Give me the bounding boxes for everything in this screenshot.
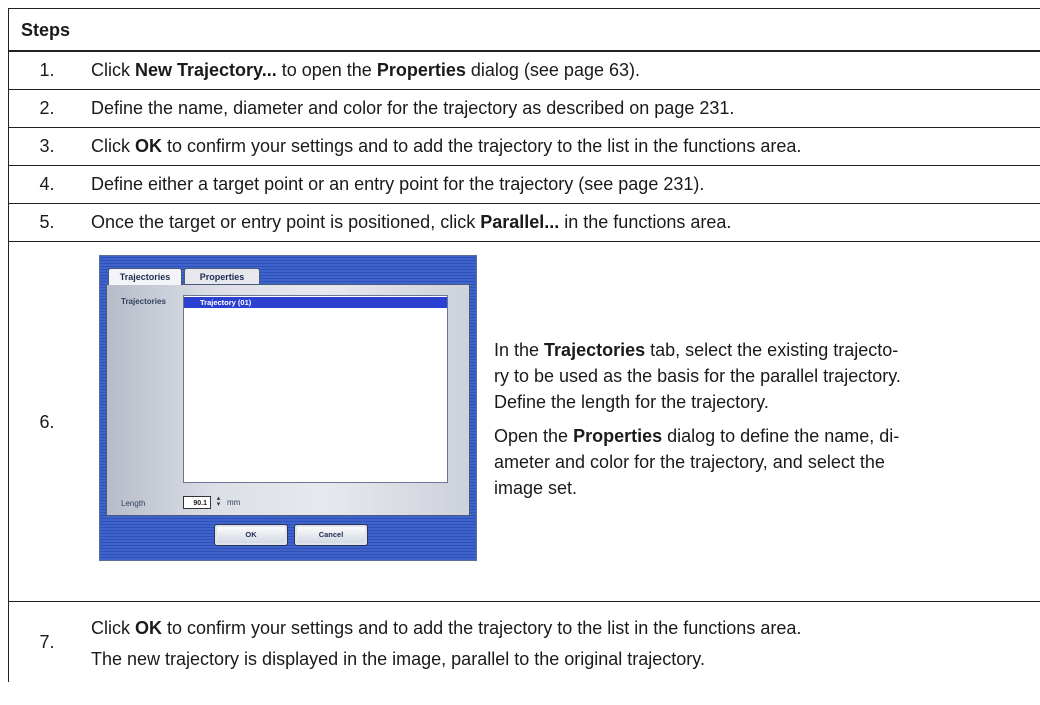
- list-label: Trajectories: [121, 297, 166, 306]
- bold-term: Trajectories: [544, 340, 646, 360]
- paragraph: Open the Properties dialog to define the…: [494, 423, 1039, 501]
- text-run: Open the: [494, 426, 574, 446]
- length-label: Length: [121, 499, 146, 508]
- list-item-selected[interactable]: Trajectory (01): [184, 297, 447, 308]
- cancel-button[interactable]: Cancel: [294, 524, 368, 546]
- steps-table: Steps 1. Click New Trajectory... to open…: [8, 8, 1040, 682]
- text-run: Click: [91, 618, 135, 638]
- text-run: Click: [91, 136, 135, 156]
- ok-button[interactable]: OK: [214, 524, 288, 546]
- text-run: Click: [91, 60, 135, 80]
- text-run: In the: [494, 340, 545, 360]
- step-number: 1.: [39, 60, 55, 80]
- length-input[interactable]: 90.1: [183, 496, 211, 509]
- length-unit: mm: [227, 498, 241, 507]
- step-row-3: 3. Click OK to confirm your settings and…: [8, 128, 1040, 166]
- step-number: 4.: [39, 174, 55, 194]
- bold-term: Properties: [573, 426, 663, 446]
- step-row-7: 7. Click OK to confirm your settings and…: [8, 602, 1040, 682]
- step-row-2: 2. Define the name, diameter and color f…: [8, 90, 1040, 128]
- step-row-6: 6. Trajectories Properties Trajectories …: [8, 242, 1040, 602]
- bold-term: OK: [135, 136, 162, 156]
- bold-term: OK: [135, 618, 162, 638]
- text-run: ry to be used as the basis for the paral…: [494, 366, 901, 386]
- text-run: to confirm your settings and to add the …: [162, 136, 802, 156]
- step-number: 3.: [39, 136, 55, 156]
- step-6-description: In the Trajectories tab, select the exis…: [494, 337, 1039, 509]
- text-run: image set.: [494, 478, 578, 498]
- step-row-5: 5. Once the target or entry point is pos…: [8, 204, 1040, 242]
- step-text: Once the target or entry point is positi…: [91, 204, 1040, 241]
- text-run: to confirm your settings and to add the …: [162, 618, 802, 638]
- step-row-4: 4. Define either a target point or an en…: [8, 166, 1040, 204]
- text-run: dialog to define the name, di-: [662, 426, 900, 446]
- bold-term: New Trajectory...: [135, 60, 277, 80]
- step-text: Click OK to confirm your settings and to…: [91, 128, 1040, 165]
- text-run: Once the target or entry point is positi…: [91, 212, 481, 232]
- step-number: 5.: [39, 212, 55, 232]
- text-run: tab, select the existing trajecto-: [645, 340, 899, 360]
- step-text: Define the name, diameter and color for …: [91, 98, 735, 118]
- text-run: ameter and color for the trajectory, and…: [494, 452, 885, 472]
- paragraph: In the Trajectories tab, select the exis…: [494, 337, 1039, 415]
- steps-header: Steps: [8, 8, 1040, 52]
- text-run: Define the length for the trajectory.: [494, 392, 769, 412]
- tab-properties[interactable]: Properties: [184, 268, 260, 285]
- step-number: 2.: [39, 98, 55, 118]
- step-row-1: 1. Click New Trajectory... to open the P…: [8, 52, 1040, 90]
- text-run: to open the: [276, 60, 377, 80]
- step-text: Define either a target point or an entry…: [91, 174, 705, 194]
- step-text: The new trajectory is displayed in the i…: [91, 649, 705, 669]
- step-text: Click OK to confirm your settings and to…: [91, 618, 801, 639]
- bold-term: Parallel...: [480, 212, 560, 232]
- step-text: Click New Trajectory... to open the Prop…: [91, 52, 1040, 89]
- trajectory-list[interactable]: Trajectory (01): [183, 295, 448, 483]
- tab-trajectories[interactable]: Trajectories: [108, 268, 182, 285]
- trajectory-dialog-screenshot: Trajectories Properties Trajectories Tra…: [99, 255, 477, 561]
- text-run: in the functions area.: [559, 212, 732, 232]
- bold-term: Properties: [376, 60, 466, 80]
- step-number: 6.: [39, 412, 55, 432]
- chevron-down-icon[interactable]: ▾: [217, 501, 221, 508]
- text-run: dialog (see page 63).: [465, 60, 640, 80]
- step-number: 7.: [39, 632, 55, 652]
- dialog-panel: Trajectories Trajectory (01) Length 90.1…: [106, 284, 470, 516]
- length-spinner[interactable]: ▴ ▾: [214, 495, 223, 509]
